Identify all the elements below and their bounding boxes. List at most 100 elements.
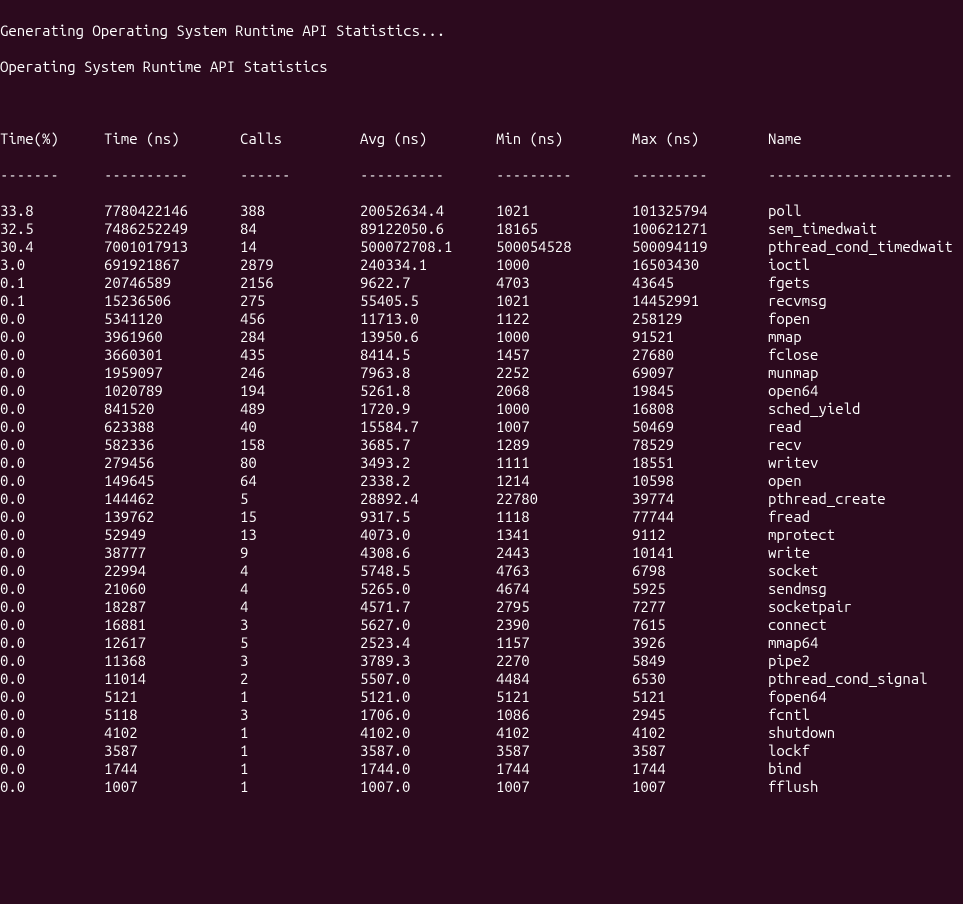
- table-cell: 27680: [632, 346, 768, 364]
- table-cell: 1744.0: [360, 760, 496, 778]
- table-row: 0.0279456803493.2111118551writev: [0, 454, 963, 472]
- table-cell: bind: [768, 760, 963, 778]
- table-cell: 5925: [632, 580, 768, 598]
- table-cell: 101325794: [632, 202, 768, 220]
- table-cell: 5: [240, 634, 360, 652]
- table-cell: connect: [768, 616, 963, 634]
- table-cell: fflush: [768, 778, 963, 796]
- table-cell: pthread_cond_signal: [768, 670, 963, 688]
- table-cell: socket: [768, 562, 963, 580]
- table-cell: 1000: [496, 256, 632, 274]
- table-cell: 15: [240, 508, 360, 526]
- table-cell: 0.0: [0, 490, 104, 508]
- table-cell: pthread_cond_timedwait: [768, 238, 963, 256]
- table-cell: 1122: [496, 310, 632, 328]
- table-cell: 240334.1: [360, 256, 496, 274]
- table-row: 0.036603014358414.5145727680fclose: [0, 346, 963, 364]
- table-cell: 8414.5: [360, 346, 496, 364]
- table-cell: 5265.0: [360, 580, 496, 598]
- table-cell: 0.0: [0, 562, 104, 580]
- table-cell: 4102.0: [360, 724, 496, 742]
- table-cell: 18551: [632, 454, 768, 472]
- table-cell: ioctl: [768, 256, 963, 274]
- table-cell: 5121: [496, 688, 632, 706]
- col-header-time: Time (ns): [104, 130, 240, 148]
- table-cell: 1111: [496, 454, 632, 472]
- table-cell: 50469: [632, 418, 768, 436]
- col-header-name: Name: [768, 130, 963, 148]
- table-cell: 0.0: [0, 472, 104, 490]
- table-cell: 33.8: [0, 202, 104, 220]
- table-cell: socketpair: [768, 598, 963, 616]
- table-cell: 4484: [496, 670, 632, 688]
- table-cell: 30.4: [0, 238, 104, 256]
- table-cell: 0.0: [0, 742, 104, 760]
- table-cell: sched_yield: [768, 400, 963, 418]
- table-cell: 0.0: [0, 598, 104, 616]
- table-cell: 16808: [632, 400, 768, 418]
- table-cell: 0.0: [0, 652, 104, 670]
- table-cell: 2523.4: [360, 634, 496, 652]
- table-cell: 2: [240, 670, 360, 688]
- table-cell: 3789.3: [360, 652, 496, 670]
- section1-separator-row: ------- ---------- ------ ---------- ---…: [0, 166, 963, 184]
- table-cell: 4703: [496, 274, 632, 292]
- table-cell: 21060: [104, 580, 240, 598]
- table-cell: 0.0: [0, 418, 104, 436]
- table-cell: mmap64: [768, 634, 963, 652]
- section1-generating-line: Generating Operating System Runtime API …: [0, 22, 963, 40]
- table-cell: 13: [240, 526, 360, 544]
- table-cell: 3: [240, 652, 360, 670]
- table-row: 32.574862522498489122050.618165100621271…: [0, 220, 963, 238]
- table-cell: 0.0: [0, 688, 104, 706]
- table-row: 0.06233884015584.7100750469read: [0, 418, 963, 436]
- table-row: 0.0100711007.010071007fflush: [0, 778, 963, 796]
- table-cell: 22780: [496, 490, 632, 508]
- table-cell: fread: [768, 508, 963, 526]
- table-cell: 388: [240, 202, 360, 220]
- table-cell: 2068: [496, 382, 632, 400]
- table-cell: 0.0: [0, 346, 104, 364]
- table-cell: 11713.0: [360, 310, 496, 328]
- blank-line: [0, 94, 963, 112]
- table-cell: 582336: [104, 436, 240, 454]
- table-row: 0.0144462528892.42278039774pthread_creat…: [0, 490, 963, 508]
- table-cell: 1744: [104, 760, 240, 778]
- table-cell: 10598: [632, 472, 768, 490]
- table-cell: 0.0: [0, 436, 104, 454]
- table-cell: 78529: [632, 436, 768, 454]
- table-cell: 1214: [496, 472, 632, 490]
- table-cell: 1021: [496, 292, 632, 310]
- table-cell: 89122050.6: [360, 220, 496, 238]
- table-cell: 0.0: [0, 364, 104, 382]
- table-cell: 5: [240, 490, 360, 508]
- table-cell: 1007: [496, 778, 632, 796]
- table-cell: 1: [240, 760, 360, 778]
- table-cell: fopen64: [768, 688, 963, 706]
- table-cell: 3587: [496, 742, 632, 760]
- table-cell: 3: [240, 706, 360, 724]
- table-cell: 5507.0: [360, 670, 496, 688]
- table-cell: 0.0: [0, 310, 104, 328]
- table-cell: 4763: [496, 562, 632, 580]
- table-cell: 9: [240, 544, 360, 562]
- table-row: 0.05823361583685.7128978529recv: [0, 436, 963, 454]
- table-cell: 5627.0: [360, 616, 496, 634]
- table-cell: recv: [768, 436, 963, 454]
- table-cell: 1457: [496, 346, 632, 364]
- table-cell: 2270: [496, 652, 632, 670]
- table-row: 0.02299445748.547636798socket: [0, 562, 963, 580]
- table-cell: 4: [240, 562, 360, 580]
- table-cell: 7780422146: [104, 202, 240, 220]
- table-cell: 4102: [632, 724, 768, 742]
- table-cell: 1: [240, 778, 360, 796]
- table-row: 0.0174411744.017441744bind: [0, 760, 963, 778]
- section1-header-row: Time(%) Time (ns) Calls Avg (ns) Min (ns…: [0, 130, 963, 148]
- table-cell: 3685.7: [360, 436, 496, 454]
- table-row: 0.0512115121.051215121fopen64: [0, 688, 963, 706]
- table-cell: 2390: [496, 616, 632, 634]
- table-cell: 1720.9: [360, 400, 496, 418]
- table-row: 0.010207891945261.8206819845open64: [0, 382, 963, 400]
- table-cell: mmap: [768, 328, 963, 346]
- table-cell: mprotect: [768, 526, 963, 544]
